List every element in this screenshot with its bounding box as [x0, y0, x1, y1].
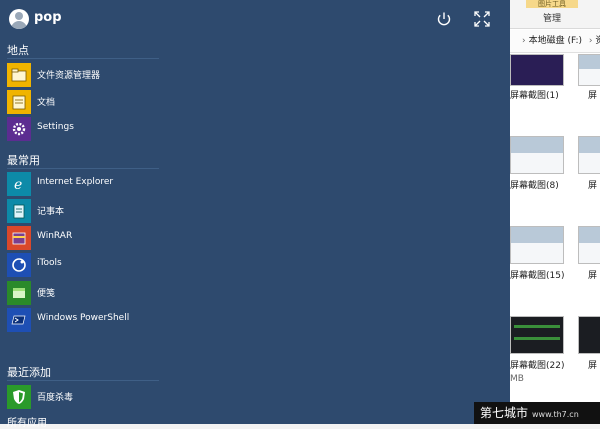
start-item-label: Settings [37, 122, 74, 132]
address-bar[interactable]: ›本地磁盘 (F:) › 资 [510, 30, 600, 53]
start-item-notepad[interactable]: 记事本 [7, 199, 167, 223]
watermark-text: 第七城市 [480, 406, 529, 420]
address-path: 本地磁盘 (F:) [528, 36, 583, 46]
screenshot-thumbnail[interactable] [578, 54, 600, 86]
section-title-places: 地点 [7, 44, 29, 57]
gear-icon [7, 117, 31, 141]
document-icon [7, 90, 31, 114]
thumbnail-caption: 屏幕截图(1) [510, 91, 559, 101]
notepad-icon [7, 199, 31, 223]
sticky-notes-icon [7, 281, 31, 305]
start-item-label: 文件资源管理器 [37, 71, 101, 81]
itools-icon [7, 253, 31, 277]
start-item-label: WinRAR [37, 231, 73, 241]
start-menu: pop 地点 文件资源管理器 文档 Settings 最常用 e Interne… [0, 0, 510, 429]
svg-text:e: e [14, 177, 22, 193]
thumbnail-caption: 屏 [588, 361, 598, 371]
divider [7, 380, 159, 381]
thumbnail-caption: 屏 [588, 181, 598, 191]
thumbnail-caption: 屏幕截图(22) [510, 361, 565, 371]
power-icon[interactable] [436, 11, 452, 27]
screenshot-thumbnail[interactable] [510, 316, 564, 354]
address-path-next: 资 [595, 36, 600, 46]
start-item-documents[interactable]: 文档 [7, 90, 167, 114]
start-item-settings[interactable]: Settings [7, 117, 167, 141]
thumbnail-caption: 屏幕截图(8) [510, 181, 559, 191]
picture-tools-tab[interactable]: 图片工具 [526, 0, 578, 8]
expand-icon[interactable] [474, 11, 490, 27]
user-avatar[interactable] [9, 9, 29, 29]
start-item-winrar[interactable]: WinRAR [7, 226, 167, 250]
start-item-sticky-notes[interactable]: 便笺 [7, 281, 167, 305]
start-item-label: Internet Explorer [37, 177, 114, 187]
folder-icon [7, 63, 31, 87]
thumbnail-caption: 屏 [588, 271, 598, 281]
powershell-icon [7, 308, 31, 332]
screenshot-thumbnail[interactable] [510, 54, 564, 86]
screenshot-thumbnail[interactable] [578, 316, 600, 354]
screenshot-thumbnail[interactable] [510, 226, 564, 264]
start-item-label: Windows PowerShell [37, 313, 130, 323]
divider [7, 58, 159, 59]
winrar-icon [7, 226, 31, 250]
start-item-itools[interactable]: iTools [7, 253, 167, 277]
start-item-label: iTools [37, 258, 62, 268]
chevron-right-icon: › [522, 36, 526, 46]
start-item-file-explorer[interactable]: 文件资源管理器 [7, 63, 167, 87]
site-watermark: 第七城市 www.th7.cn [474, 402, 600, 424]
size-text: MB [510, 374, 524, 384]
thumbnail-caption: 屏幕截图(15) [510, 271, 565, 281]
start-item-label: 便笺 [37, 289, 56, 299]
section-title-most-used: 最常用 [7, 154, 40, 167]
watermark-url: www.th7.cn [532, 410, 579, 419]
antivirus-icon [7, 385, 31, 409]
start-item-label: 百度杀毒 [37, 393, 74, 403]
ie-icon: e [7, 172, 31, 196]
ribbon-tab-row: 图片工具 管理 [510, 0, 600, 29]
screenshot-thumbnail[interactable] [510, 136, 564, 174]
section-title-recent: 最近添加 [7, 366, 51, 379]
start-item-label: 记事本 [37, 207, 65, 217]
screenshot-thumbnail[interactable] [578, 226, 600, 264]
start-item-powershell[interactable]: Windows PowerShell [7, 308, 167, 332]
manage-tab[interactable]: 管理 [526, 10, 578, 28]
thumbnail-caption: 屏 [588, 91, 598, 101]
start-item-label: 文档 [37, 98, 56, 108]
start-item-baidu-antivirus[interactable]: 百度杀毒 [7, 385, 167, 409]
file-explorer-window: 图片工具 管理 ›本地磁盘 (F:) › 资 屏幕截图(1) 屏 屏幕截图(8)… [510, 0, 600, 424]
start-item-internet-explorer[interactable]: e Internet Explorer [7, 172, 167, 196]
user-name[interactable]: pop [34, 10, 62, 25]
divider [7, 168, 159, 169]
chevron-right-icon: › [588, 36, 593, 46]
screenshot-thumbnail[interactable] [578, 136, 600, 174]
all-apps-link[interactable]: 所有应用 [7, 414, 47, 429]
